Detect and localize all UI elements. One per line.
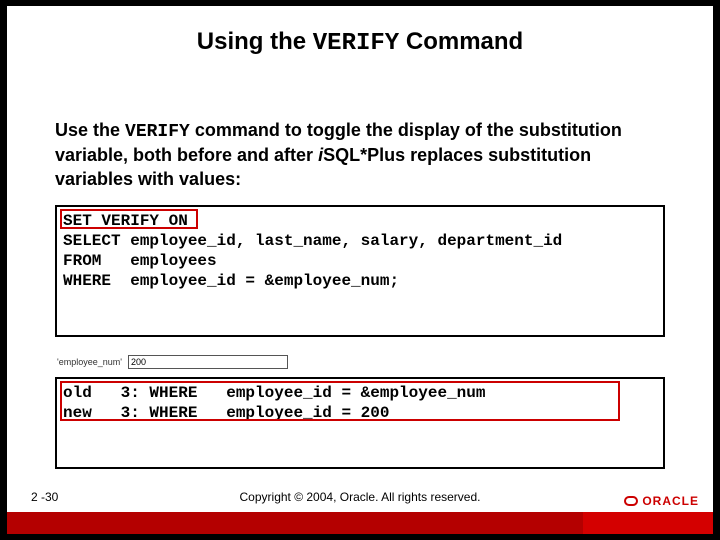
title-mono: VERIFY: [313, 30, 399, 57]
code1-line4: WHERE employee_id = &employee_num;: [63, 272, 399, 290]
oracle-logo-text: ORACLE: [642, 494, 699, 508]
para-pre: Use the: [55, 120, 125, 140]
code2-line1: old 3: WHERE employee_id = &employee_num: [63, 384, 485, 402]
code-block-sql: SET VERIFY ON SELECT employee_id, last_n…: [55, 205, 665, 337]
code-block-output: old 3: WHERE employee_id = &employee_num…: [55, 377, 665, 469]
description-paragraph: Use the VERIFY command to toggle the dis…: [55, 119, 665, 191]
code1-line2: SELECT employee_id, last_name, salary, d…: [63, 232, 562, 250]
code1-line3: FROM employees: [63, 252, 217, 270]
footer-bar-accent: [583, 512, 713, 534]
code1-line1: SET VERIFY ON: [63, 212, 188, 230]
oracle-icon: [624, 494, 638, 508]
oracle-logo: ORACLE: [624, 494, 699, 508]
title-pre: Using the: [197, 28, 313, 55]
slide: Using the VERIFY Command Use the VERIFY …: [7, 6, 713, 534]
prompt-label: 'employee_num': [57, 357, 122, 367]
substitution-prompt: 'employee_num': [55, 355, 665, 369]
footer-bar: [7, 512, 713, 534]
code2-line2: new 3: WHERE employee_id = 200: [63, 404, 389, 422]
copyright-text: Copyright © 2004, Oracle. All rights res…: [7, 490, 713, 504]
slide-title: Using the VERIFY Command: [7, 6, 713, 67]
slide-body: Use the VERIFY command to toggle the dis…: [7, 67, 713, 469]
para-mono: VERIFY: [125, 122, 190, 142]
prompt-input[interactable]: [128, 355, 288, 369]
title-post: Command: [399, 28, 523, 55]
